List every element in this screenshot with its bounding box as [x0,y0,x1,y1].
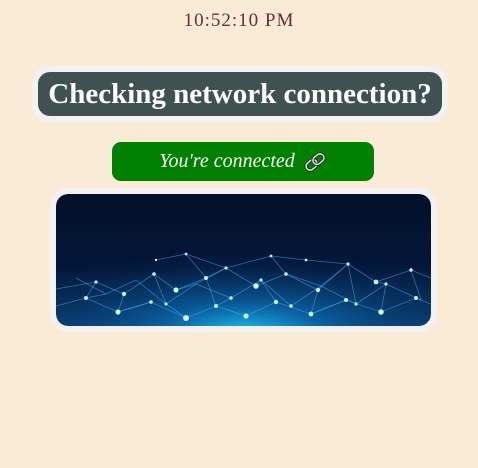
page-title: Checking network connection? [48,77,432,110]
network-graphic [56,194,431,326]
connection-status-banner: You're connected [112,142,374,181]
clock-time: 10:52:10 PM [183,10,295,31]
connection-status-text: You're connected [159,150,295,172]
title-card: Checking network connection? [32,66,448,122]
link-icon [303,151,327,173]
network-image-card [50,188,437,332]
